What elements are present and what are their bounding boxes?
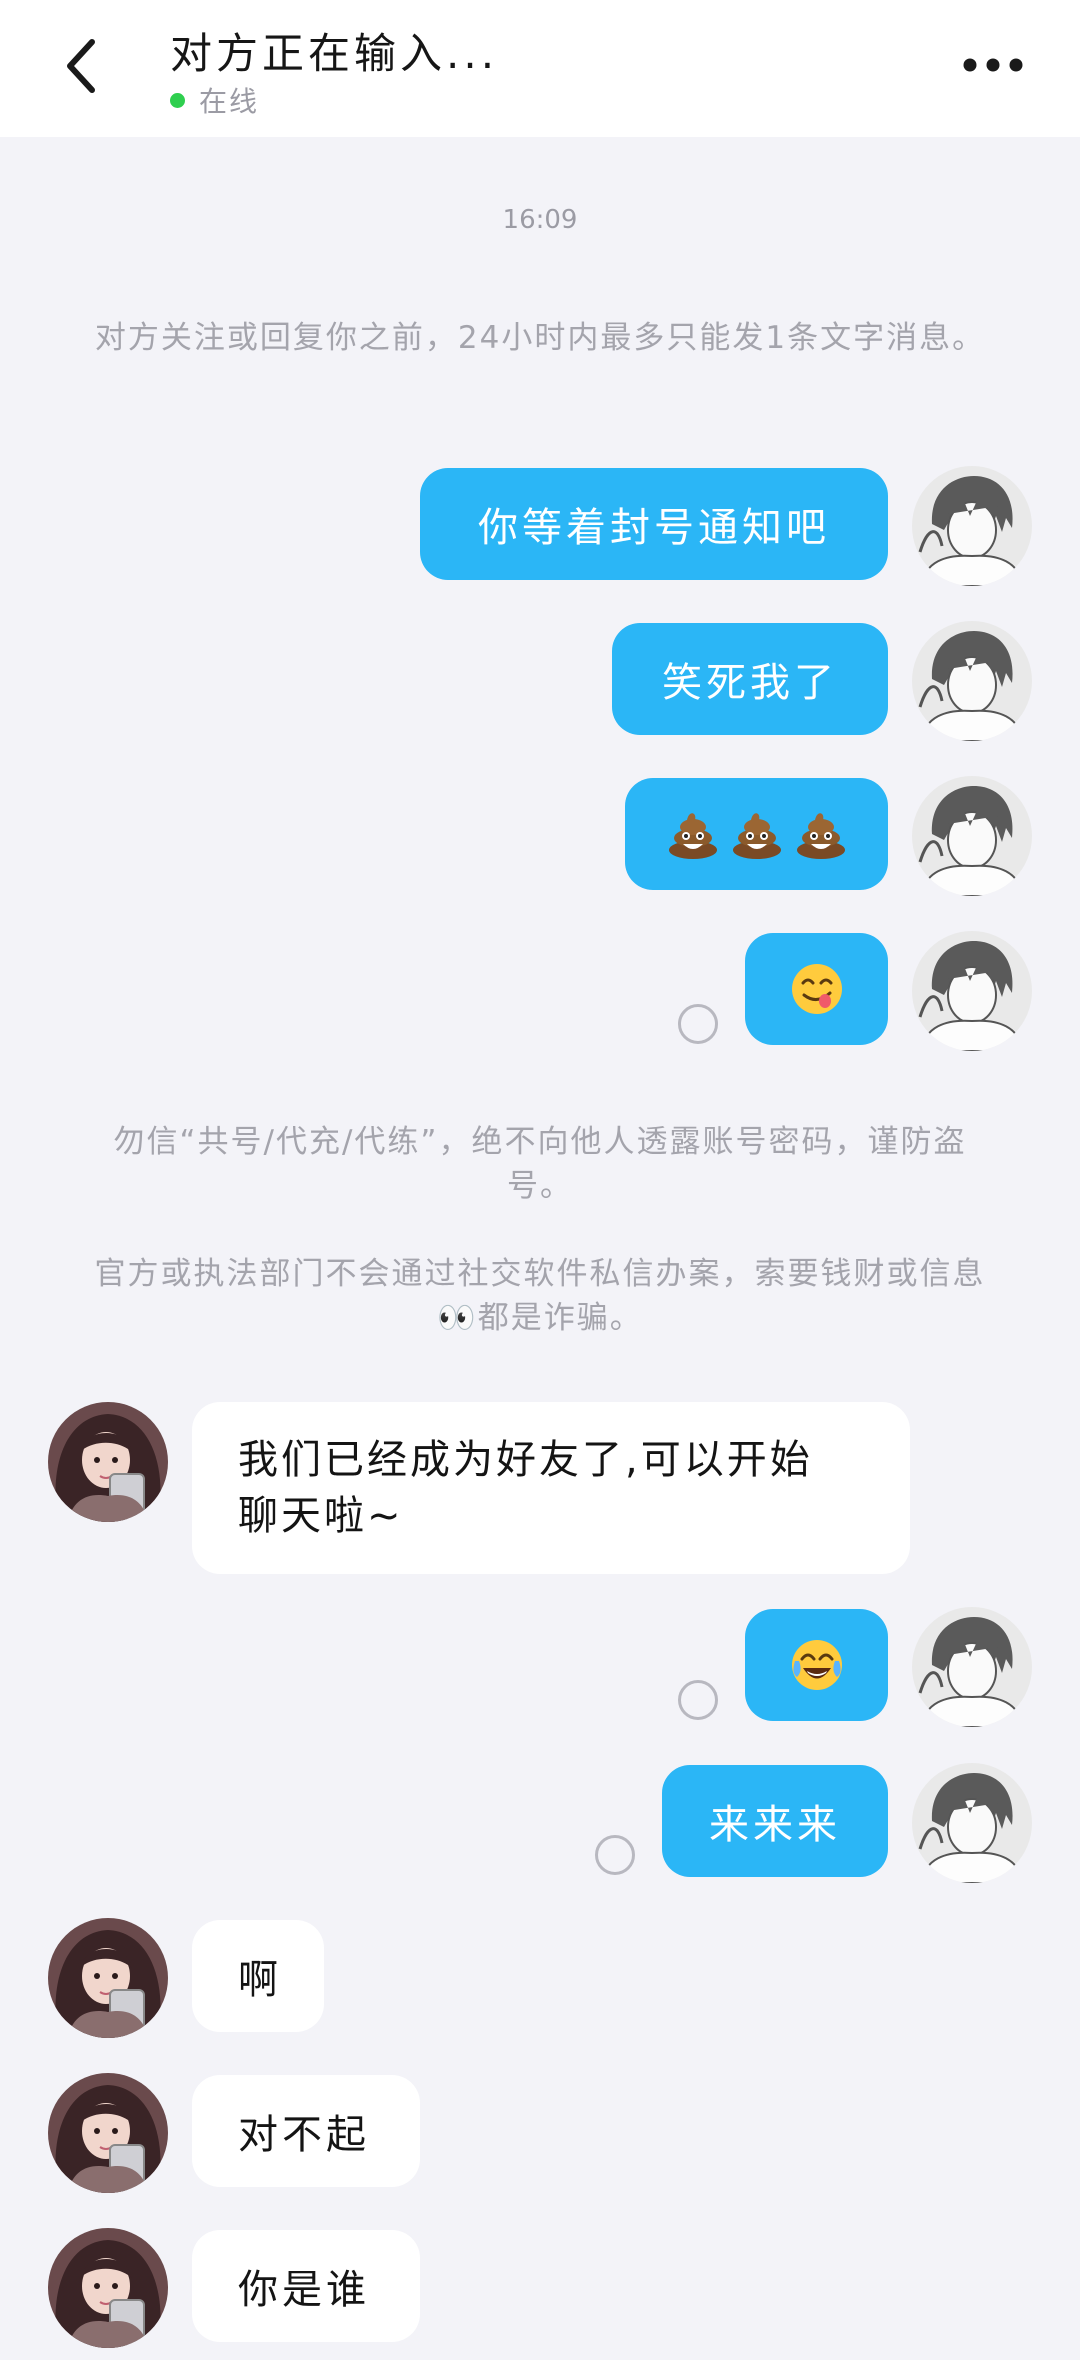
pile-of-poo-icon <box>668 813 717 859</box>
my-avatar[interactable] <box>912 931 1032 1051</box>
friend-avatar[interactable] <box>48 2073 168 2193</box>
outgoing-message-bubble[interactable]: 你等着封号通知吧 <box>420 468 888 580</box>
unread-status-icon <box>595 1835 635 1875</box>
incoming-message-bubble[interactable]: 你是谁 <box>192 2230 420 2342</box>
outgoing-emoji-bubble[interactable] <box>745 1609 888 1721</box>
message-timestamp: 16:09 <box>502 205 578 235</box>
face-savoring-food-icon <box>791 964 842 1014</box>
outgoing-message-bubble[interactable]: 笑死我了 <box>612 623 888 735</box>
more-options-icon[interactable] <box>962 50 1024 80</box>
my-avatar[interactable] <box>912 466 1032 586</box>
my-avatar[interactable] <box>912 621 1032 741</box>
message-text: 你等着封号通知吧 <box>478 505 830 551</box>
chat-screen: 对方正在输入... 在线 16:09 对方关注或回复你之前，24小时内最多只能发… <box>0 0 1080 2360</box>
incoming-message-bubble[interactable]: 对不起 <box>192 2075 420 2187</box>
incoming-message-bubble[interactable]: 啊 <box>192 1920 324 2032</box>
outgoing-message-bubble[interactable]: 来来来 <box>662 1765 888 1877</box>
message-text-line: 聊天啦~ <box>238 1493 404 1539</box>
message-limit-notice: 对方关注或回复你之前，24小时内最多只能发1条文字消息。 <box>94 320 986 356</box>
incoming-message-bubble[interactable]: 我们已经成为好友了,可以开始 聊天啦~ <box>192 1402 910 1574</box>
pile-of-poo-icon <box>732 813 781 859</box>
message-text: 对不起 <box>238 2112 370 2158</box>
message-text-line: 我们已经成为好友了,可以开始 <box>238 1437 813 1483</box>
friend-avatar[interactable] <box>48 2228 168 2348</box>
pile-of-poo-icon <box>796 813 845 859</box>
my-avatar[interactable] <box>912 1763 1032 1883</box>
outgoing-emoji-bubble[interactable] <box>625 778 888 890</box>
message-text: 来来来 <box>709 1802 841 1848</box>
online-dot-icon <box>170 92 185 108</box>
security-notice: 勿信“共号/代充/代练”，绝不向他人透露账号密码，谨防盗号。 <box>113 1124 967 1204</box>
back-icon[interactable] <box>58 34 108 98</box>
online-status: 在线 <box>170 80 259 120</box>
unread-status-icon <box>678 1004 718 1044</box>
my-avatar[interactable] <box>912 1607 1032 1727</box>
my-avatar[interactable] <box>912 776 1032 896</box>
online-status-label: 在线 <box>199 85 260 118</box>
message-text: 笑死我了 <box>662 660 838 706</box>
face-with-tears-of-joy-icon <box>791 1640 842 1690</box>
unread-status-icon <box>678 1680 718 1720</box>
friend-avatar[interactable] <box>48 1918 168 2038</box>
message-text: 啊 <box>238 1957 282 2003</box>
chat-header: 对方正在输入... 在线 <box>0 0 1080 137</box>
chat-title: 对方正在输入... <box>170 29 499 78</box>
friend-avatar[interactable] <box>48 1402 168 1522</box>
message-text: 你是谁 <box>238 2267 370 2313</box>
outgoing-emoji-bubble[interactable] <box>745 933 888 1045</box>
fraud-warning-notice: 官方或执法部门不会通过社交软件私信办案，索要钱财或信息👀都是诈骗。 <box>94 1256 986 1336</box>
